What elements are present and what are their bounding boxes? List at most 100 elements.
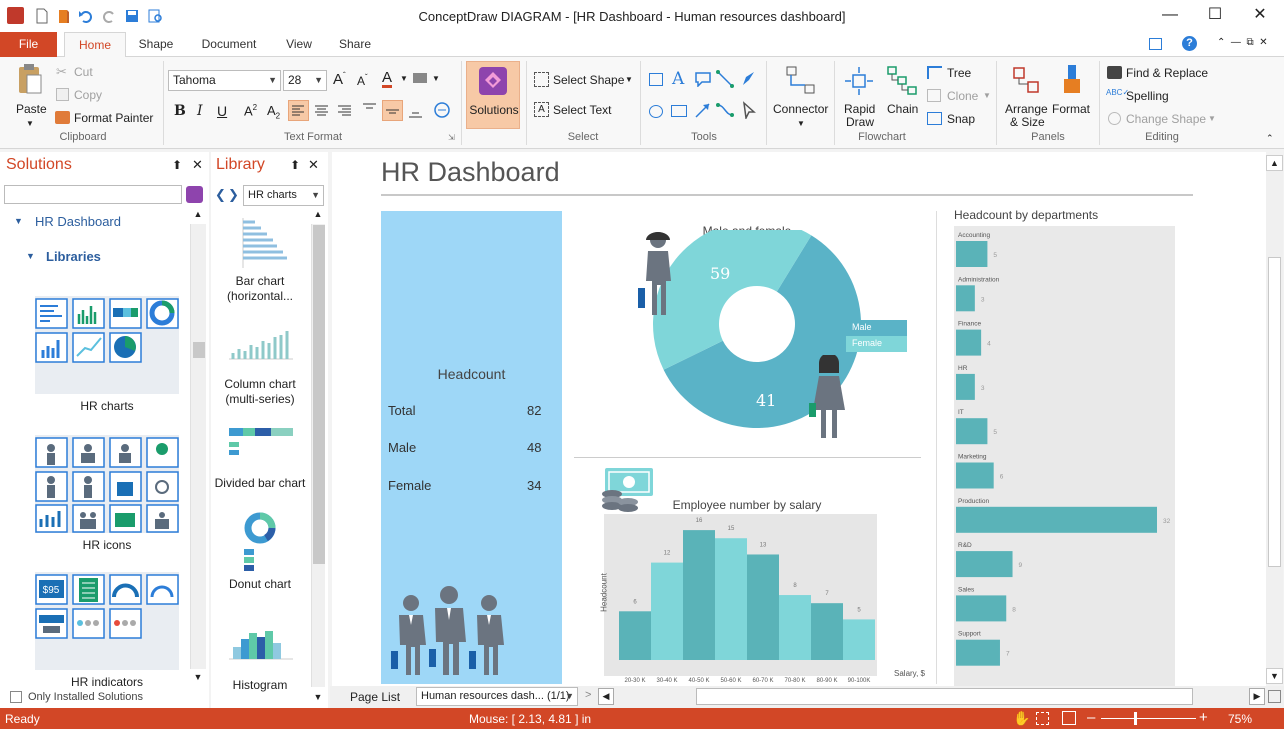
clone-icon[interactable] [927, 89, 941, 102]
library-prev-icon[interactable]: ❮ [215, 187, 226, 203]
font-color-icon[interactable]: A [382, 70, 393, 88]
library-item-donut-chart[interactable]: Donut chart [211, 507, 309, 597]
tab-shape[interactable]: Shape [130, 32, 182, 57]
find-replace-icon[interactable] [1107, 66, 1122, 79]
font-color-dropdown-icon[interactable]: ▼ [400, 74, 408, 83]
align-center-icon[interactable] [312, 101, 331, 123]
align-top-icon[interactable] [360, 101, 379, 123]
underline-icon[interactable]: U [217, 103, 227, 119]
connector-dropdown-icon[interactable]: ▼ [797, 119, 805, 128]
format-icon[interactable] [1058, 63, 1086, 100]
arrange-size-icon[interactable] [1011, 65, 1043, 100]
format-painter-button[interactable]: Format Painter [74, 111, 153, 125]
close-panel-icon[interactable]: ✕ [308, 157, 319, 173]
zoom-fit-icon[interactable] [1062, 711, 1076, 725]
zoom-slider[interactable] [1101, 712, 1196, 725]
library-item-divided-bar-chart[interactable]: Divided bar chart [211, 420, 309, 492]
superscript-icon[interactable]: A2 [244, 103, 257, 118]
only-installed-checkbox[interactable] [10, 691, 22, 703]
ellipse-tool-icon[interactable] [649, 105, 663, 118]
arrow-tool-icon[interactable] [694, 101, 712, 122]
tab-file[interactable]: File [0, 32, 57, 57]
arrange-size-label-2[interactable]: & Size [1010, 115, 1045, 129]
shrink-font-icon[interactable]: Aˇ [357, 73, 368, 88]
tab-view[interactable]: View [278, 32, 320, 57]
font-family-select[interactable]: Tahoma ▼ [168, 70, 281, 91]
library-scrollbar[interactable] [311, 224, 325, 687]
panel-layout-icon[interactable] [1149, 38, 1162, 50]
text-style-dropdown-icon[interactable]: ▼ [432, 74, 440, 83]
scrollbar-thumb[interactable] [193, 342, 205, 358]
page-next-icon[interactable]: > [585, 689, 591, 701]
tree-item-libraries[interactable]: Libraries [46, 249, 101, 264]
clone-button[interactable]: Clone [947, 89, 978, 103]
bold-icon[interactable]: B [174, 103, 186, 119]
library-select[interactable]: HR charts ▼ [243, 185, 324, 206]
select-shape-dropdown-icon[interactable]: ▼ [625, 75, 633, 84]
zoom-area-icon[interactable] [1036, 712, 1049, 725]
solutions-scroll-down[interactable]: ▼ [190, 672, 206, 686]
rapid-draw-label-2[interactable]: Draw [846, 115, 874, 129]
collapse-ribbon-icon[interactable]: ⌃ [1266, 133, 1274, 144]
hand-tool-icon[interactable]: ✋ [1013, 710, 1030, 727]
select-text-icon[interactable]: A [534, 102, 549, 117]
connector-button[interactable]: Connector [773, 102, 828, 116]
solutions-scroll-up[interactable]: ▲ [190, 209, 206, 223]
pin-icon[interactable]: ⬆ [172, 158, 182, 172]
solutions-scrollbar[interactable] [190, 224, 206, 669]
canvas-horizontal-scrollbar[interactable] [696, 688, 1193, 705]
text-format-dialog-icon[interactable]: ⇲ [448, 133, 455, 142]
find-replace-button[interactable]: Find & Replace [1126, 66, 1208, 80]
chain-button[interactable]: Chain [887, 102, 918, 116]
spelling-button[interactable]: Spelling [1126, 89, 1169, 103]
select-shape-button[interactable]: Select Shape [553, 73, 624, 87]
paste-dropdown-icon[interactable]: ▼ [26, 119, 34, 128]
connector-icon[interactable] [785, 65, 817, 100]
close-window-button[interactable]: ✕ [1237, 4, 1283, 28]
library-hr-indicators[interactable]: $95 HR indicators [35, 572, 179, 689]
curve-tool-icon[interactable] [716, 101, 734, 122]
page-prev-button[interactable]: ◀ [598, 688, 614, 705]
fit-page-icon[interactable] [1268, 690, 1281, 703]
format-button[interactable]: Format [1052, 102, 1090, 116]
library-item-histogram[interactable]: Histogram [211, 617, 309, 697]
snap-icon[interactable] [927, 112, 942, 125]
rapid-draw-label-1[interactable]: Rapid [844, 102, 875, 116]
library-item-bar-chart[interactable]: Bar chart (horizontal... [211, 208, 309, 308]
align-left-icon[interactable] [288, 100, 309, 121]
pin-icon[interactable]: ⬆ [290, 158, 300, 172]
text-box-icon[interactable] [433, 101, 452, 123]
align-middle-icon[interactable] [382, 100, 403, 121]
copy-icon[interactable] [56, 88, 69, 101]
rectangle-tool-icon[interactable] [649, 73, 663, 86]
cut-button[interactable]: Cut [74, 65, 93, 79]
align-right-icon[interactable] [335, 101, 354, 123]
tree-expand-icon[interactable]: ▼ [26, 251, 35, 261]
clone-dropdown-icon[interactable]: ▼ [983, 91, 991, 100]
select-shape-icon[interactable] [534, 72, 549, 87]
close-panel-icon[interactable]: ✕ [192, 157, 203, 173]
change-shape-icon[interactable] [1108, 112, 1121, 125]
search-solutions-icon[interactable] [186, 186, 203, 203]
copy-button[interactable]: Copy [74, 88, 102, 102]
drawing-canvas[interactable]: HR Dashboard Headcount Total 82 Male 48 … [332, 152, 1266, 686]
minimize-button[interactable]: — [1147, 4, 1193, 28]
font-size-select[interactable]: 28 ▼ [283, 70, 327, 91]
ribbon-minimize-icon[interactable]: ⌃ — ⧉ ✕ [1217, 37, 1268, 48]
tab-share[interactable]: Share [332, 32, 378, 57]
zoom-out-button[interactable]: – [1087, 709, 1095, 726]
cut-icon[interactable]: ✂ [56, 65, 69, 78]
canvas-scroll-up[interactable]: ▲ [1266, 155, 1283, 171]
change-shape-button[interactable]: Change Shape [1126, 112, 1206, 126]
page-select[interactable]: Human resources dash... (1/1) ▼ [416, 687, 578, 706]
italic-icon[interactable]: I [197, 103, 203, 119]
pen-tool-icon[interactable] [740, 70, 758, 91]
tree-icon[interactable] [927, 66, 942, 79]
paste-button[interactable]: Paste [16, 102, 47, 116]
text-tool-icon[interactable]: A [672, 69, 684, 89]
canvas-scroll-right[interactable]: ▶ [1249, 688, 1265, 705]
solutions-button[interactable]: Solutions [466, 61, 520, 129]
scrollbar-thumb[interactable] [313, 225, 325, 564]
tree-button[interactable]: Tree [947, 66, 971, 80]
textbox-tool-icon[interactable] [671, 105, 687, 117]
